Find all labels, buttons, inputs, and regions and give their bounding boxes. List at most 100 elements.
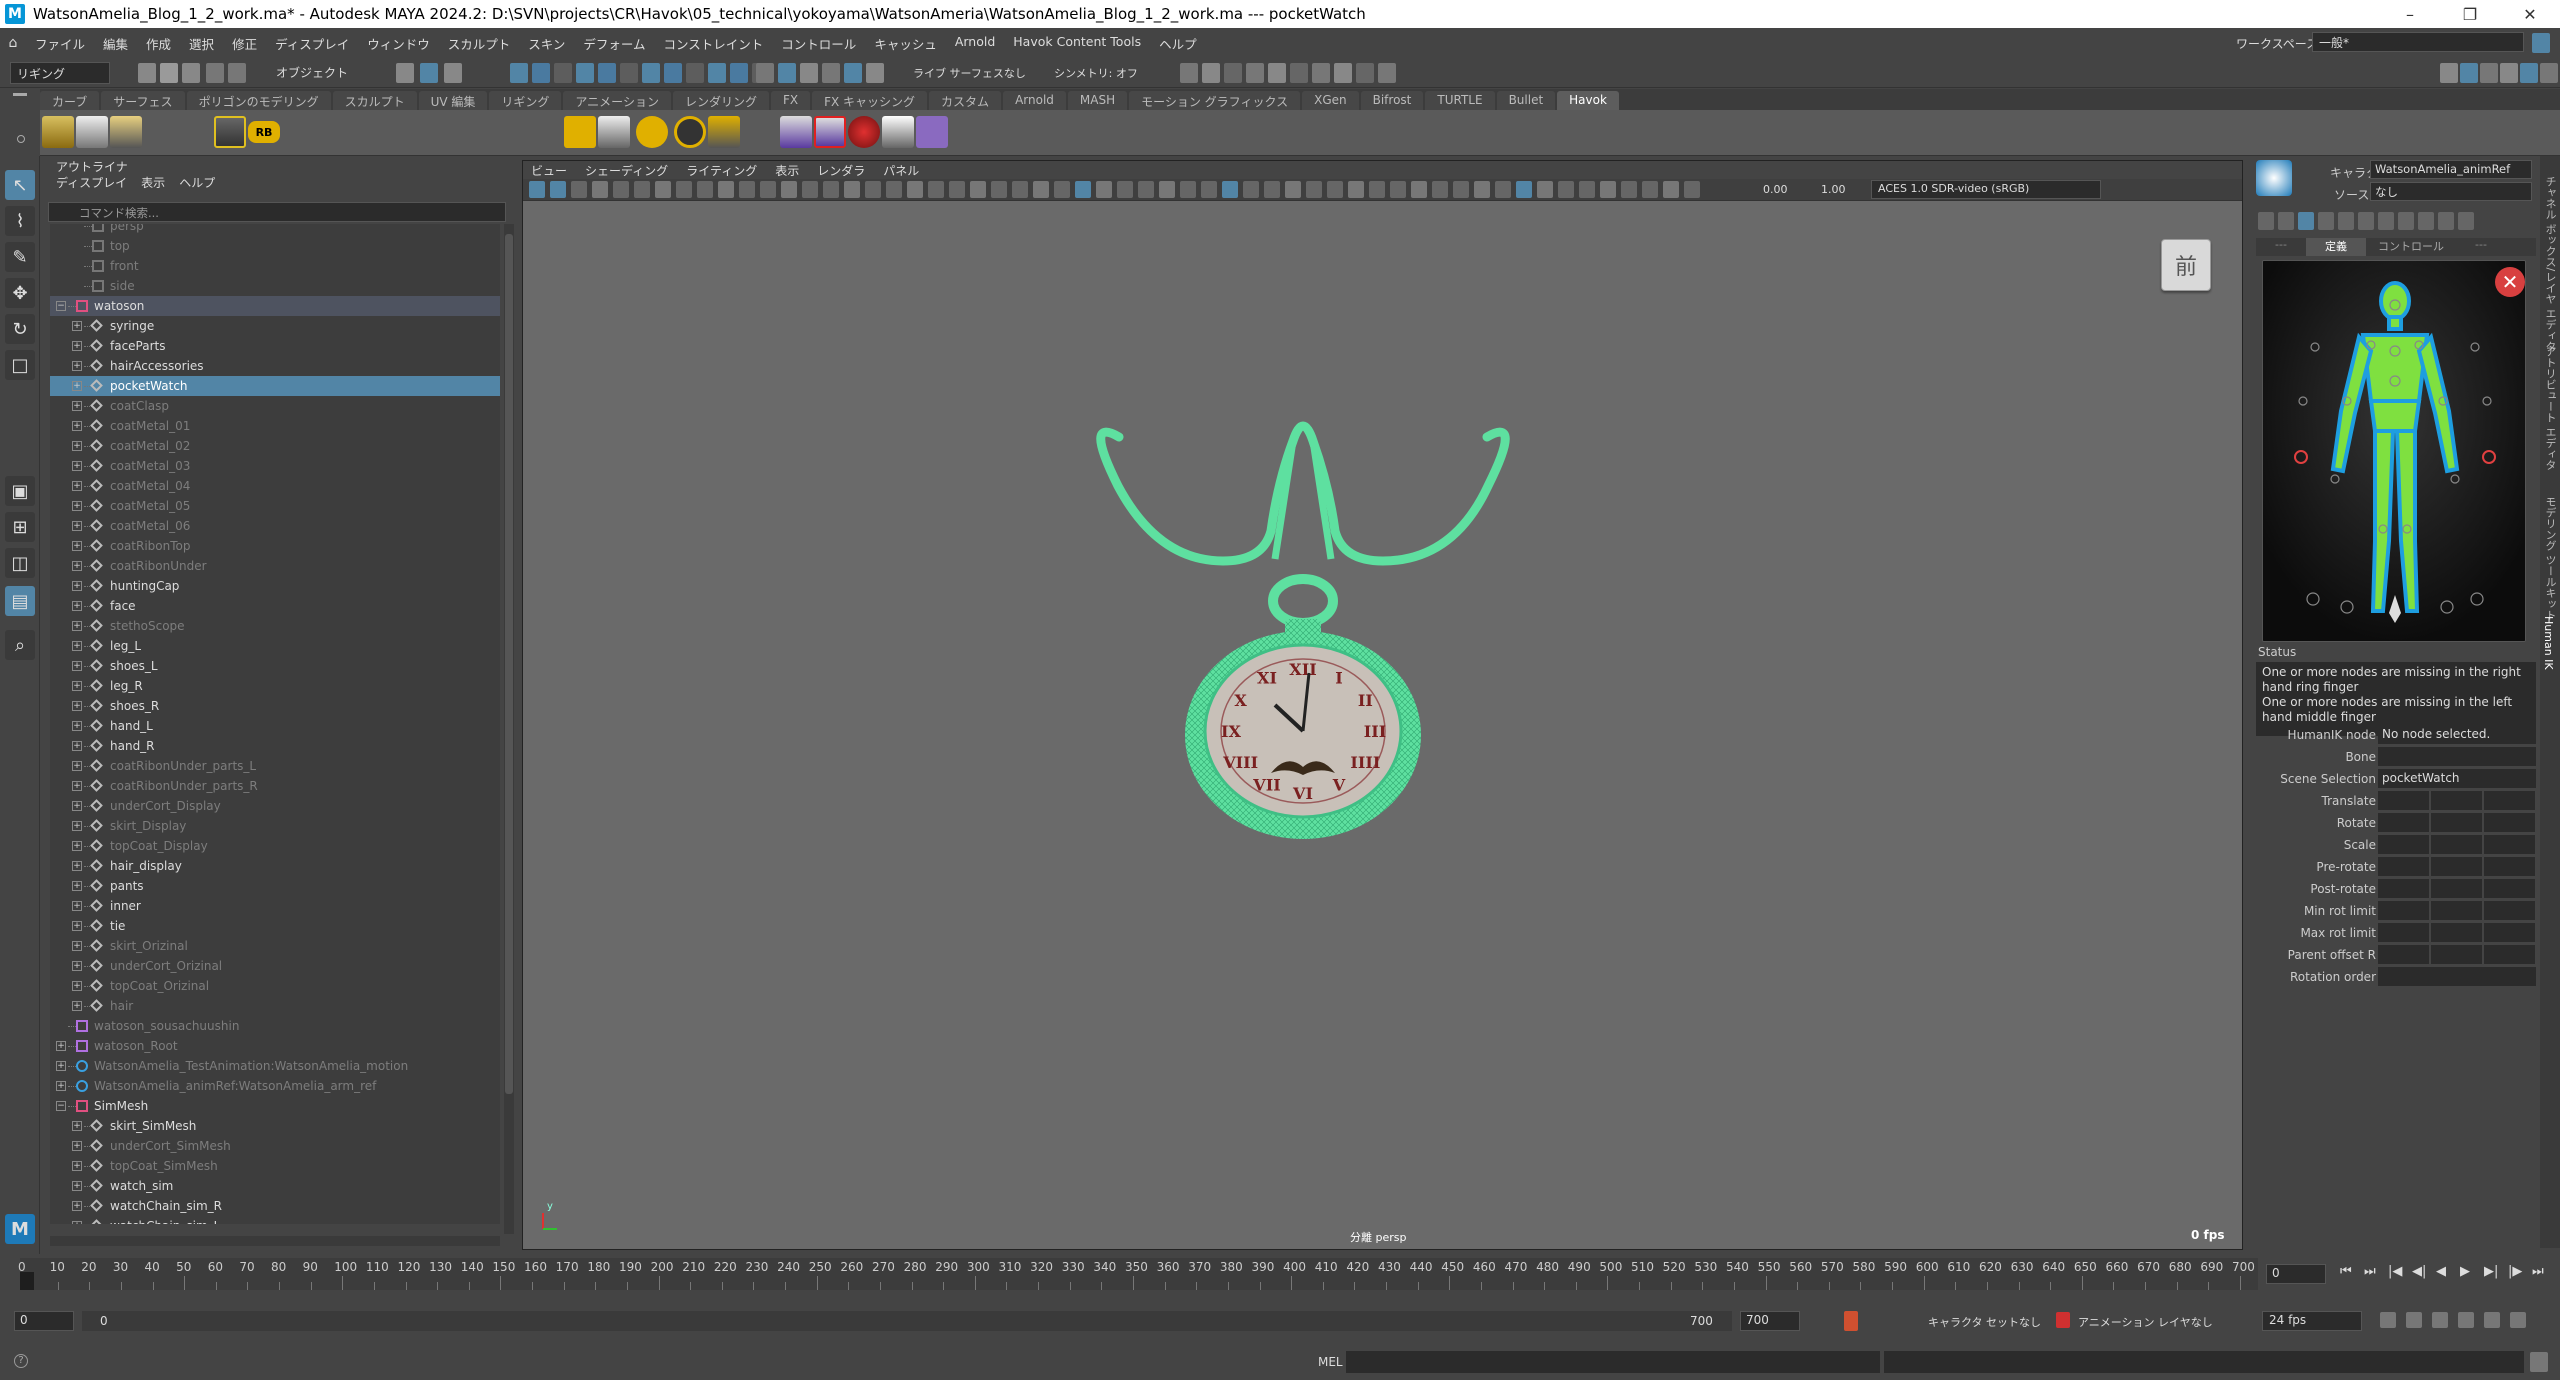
viewport-menu-5[interactable]: パネル xyxy=(883,162,919,179)
mel-label[interactable]: MEL xyxy=(1318,1355,1343,1369)
outliner-row-watoson_sousachuushin[interactable]: watoson_sousachuushin xyxy=(50,1016,500,1036)
mask-7-icon[interactable] xyxy=(664,63,682,83)
expand-icon[interactable]: + xyxy=(72,841,82,851)
expand-icon[interactable]: + xyxy=(72,461,82,471)
humanik-tool-6-icon[interactable] xyxy=(2378,212,2394,230)
render-5-icon[interactable] xyxy=(1290,63,1308,83)
playback-button-3[interactable]: ◀| xyxy=(2412,1264,2426,1279)
timeline-ruler[interactable]: 0 10 20 30 40 50 60 70 80 90 100 110 120 130 140 150 160… xyxy=(18,1258,2258,1290)
prop-field[interactable] xyxy=(2484,791,2535,810)
outliner-row-syringe[interactable]: + syringe xyxy=(50,316,500,336)
expand-icon[interactable]: + xyxy=(72,861,82,871)
range-tool-1-icon[interactable] xyxy=(2406,1312,2422,1328)
playback-button-2[interactable]: |◀ xyxy=(2388,1264,2402,1279)
prop-field[interactable] xyxy=(2484,901,2535,920)
menu-9[interactable]: デフォーム xyxy=(574,34,654,53)
viewport-tool-52-icon[interactable] xyxy=(1621,181,1637,198)
single-view-icon[interactable]: ▣ xyxy=(5,476,35,506)
outliner-row-watoson_Root[interactable]: + watoson_Root xyxy=(50,1036,500,1056)
outliner-row-leg_R[interactable]: + leg_R xyxy=(50,676,500,696)
viewport-tool-48-icon[interactable] xyxy=(1537,181,1553,198)
prop-value[interactable] xyxy=(2378,967,2536,986)
expand-icon[interactable]: + xyxy=(72,1181,82,1191)
prop-field[interactable] xyxy=(2378,901,2429,920)
range-end-field[interactable]: 700 xyxy=(1740,1311,1800,1331)
viewport-tool-32-icon[interactable] xyxy=(1201,181,1217,198)
outliner-row-underCort_Orizinal[interactable]: + underCort_Orizinal xyxy=(50,956,500,976)
havok-tool-c-icon[interactable] xyxy=(848,116,880,148)
new-scene-icon[interactable] xyxy=(138,63,156,83)
zoom-icon[interactable]: ⌕ xyxy=(5,630,35,660)
render-8-icon[interactable] xyxy=(1356,63,1374,83)
expand-icon[interactable]: + xyxy=(72,781,82,791)
viewport-canvas[interactable]: XII I II III IIII V VI VII VIII IX X XI y 前 分離 pers… xyxy=(523,201,2242,1249)
mask-9-icon[interactable] xyxy=(708,63,726,83)
save-scene-icon[interactable] xyxy=(182,63,200,83)
viewport-tool-17-icon[interactable] xyxy=(886,181,902,198)
outliner-row-top[interactable]: top xyxy=(50,236,500,256)
outliner-menu-1[interactable]: 表示 xyxy=(141,174,165,192)
shelf-tab-11[interactable]: Arnold xyxy=(1003,91,1066,110)
havok-undo-icon[interactable] xyxy=(214,116,246,148)
workspace-dropdown[interactable]: 一般* xyxy=(2312,32,2524,52)
expand-icon[interactable]: + xyxy=(72,361,82,371)
scale-tool-icon[interactable]: □ xyxy=(5,350,35,380)
viewport-tool-25-icon[interactable] xyxy=(1054,181,1070,198)
havok-tool-e-icon[interactable] xyxy=(916,116,948,148)
outliner-search-input[interactable]: コマンド検索... xyxy=(48,202,506,222)
outliner-row-side[interactable]: side xyxy=(50,276,500,296)
outliner-hscrollbar[interactable] xyxy=(50,1236,500,1246)
viewport-tool-16-icon[interactable] xyxy=(865,181,881,198)
outliner-layout-icon[interactable]: ▤ xyxy=(5,586,35,616)
viewport-tool-19-icon[interactable] xyxy=(928,181,944,198)
render-4-icon[interactable] xyxy=(1268,63,1286,83)
viewport-tool-11-icon[interactable] xyxy=(760,181,776,198)
pocket-watch-mesh[interactable]: XII IIIIIIIIIIVVIVIIVIIIIXXXI xyxy=(523,201,2242,1249)
viewport-tool-33-icon[interactable] xyxy=(1222,181,1238,198)
prop-field[interactable] xyxy=(2431,813,2482,832)
script-editor-icon[interactable] xyxy=(2530,1352,2548,1372)
menuset-dropdown[interactable]: リギング xyxy=(10,62,110,84)
outliner-menu-2[interactable]: ヘルプ xyxy=(179,174,215,192)
menu-12[interactable]: キャッシュ xyxy=(865,34,946,53)
viewport-tool-47-icon[interactable] xyxy=(1516,181,1532,198)
shelf-tab-6[interactable]: アニメーション xyxy=(563,91,671,110)
expand-icon[interactable]: + xyxy=(72,721,82,731)
viewport-tool-10-icon[interactable] xyxy=(739,181,755,198)
menu-5[interactable]: ディスプレイ xyxy=(266,34,358,53)
tab-definition[interactable]: 定義 xyxy=(2306,238,2366,256)
humanik-tool-10-icon[interactable] xyxy=(2458,212,2474,230)
expand-icon[interactable]: + xyxy=(72,661,82,671)
humanik-tool-7-icon[interactable] xyxy=(2398,212,2414,230)
prop-field[interactable] xyxy=(2431,791,2482,810)
menu-2[interactable]: 作成 xyxy=(137,34,180,53)
mask-6-icon[interactable] xyxy=(642,63,660,83)
maya-home-icon[interactable]: M xyxy=(5,1214,35,1244)
prop-field[interactable] xyxy=(2431,923,2482,942)
viewcube[interactable]: 前 xyxy=(2161,239,2211,291)
mask-3-icon[interactable] xyxy=(576,63,594,83)
expand-icon[interactable]: + xyxy=(72,1001,82,1011)
playback-button-7[interactable]: |▶ xyxy=(2508,1264,2522,1279)
outliner-row-shoes_L[interactable]: + shoes_L xyxy=(50,656,500,676)
outliner-row-coatMetal_05[interactable]: + coatMetal_05 xyxy=(50,496,500,516)
viewport-gamma-value[interactable]: 1.00 xyxy=(1821,183,1846,196)
humanik-tool-5-icon[interactable] xyxy=(2358,212,2374,230)
shelf-tab-1[interactable]: サーフェス xyxy=(101,91,185,110)
range-start-field[interactable]: 0 xyxy=(14,1311,74,1331)
character-dropdown[interactable]: WatsonAmelia_animRef xyxy=(2370,160,2532,179)
menu-3[interactable]: 選択 xyxy=(180,34,223,53)
viewport-tool-35-icon[interactable] xyxy=(1264,181,1280,198)
prop-field[interactable] xyxy=(2378,945,2429,964)
humanik-close-icon[interactable]: ✕ xyxy=(2495,267,2525,297)
outliner-row-hand_L[interactable]: + hand_L xyxy=(50,716,500,736)
side-tab-0[interactable]: チャネル ボックス/レイヤ エディタ xyxy=(2542,176,2558,352)
viewport-tool-42-icon[interactable] xyxy=(1411,181,1427,198)
outliner-row-coatClasp[interactable]: + coatClasp xyxy=(50,396,500,416)
outliner-row-coatRibonUnder_parts_R[interactable]: + coatRibonUnder_parts_R xyxy=(50,776,500,796)
havok-cloth-icon[interactable] xyxy=(598,116,630,148)
prop-value[interactable] xyxy=(2378,747,2536,766)
prop-field[interactable] xyxy=(2378,791,2429,810)
havok-lf-icon[interactable] xyxy=(564,116,596,148)
outliner-row-hair_display[interactable]: + hair_display xyxy=(50,856,500,876)
